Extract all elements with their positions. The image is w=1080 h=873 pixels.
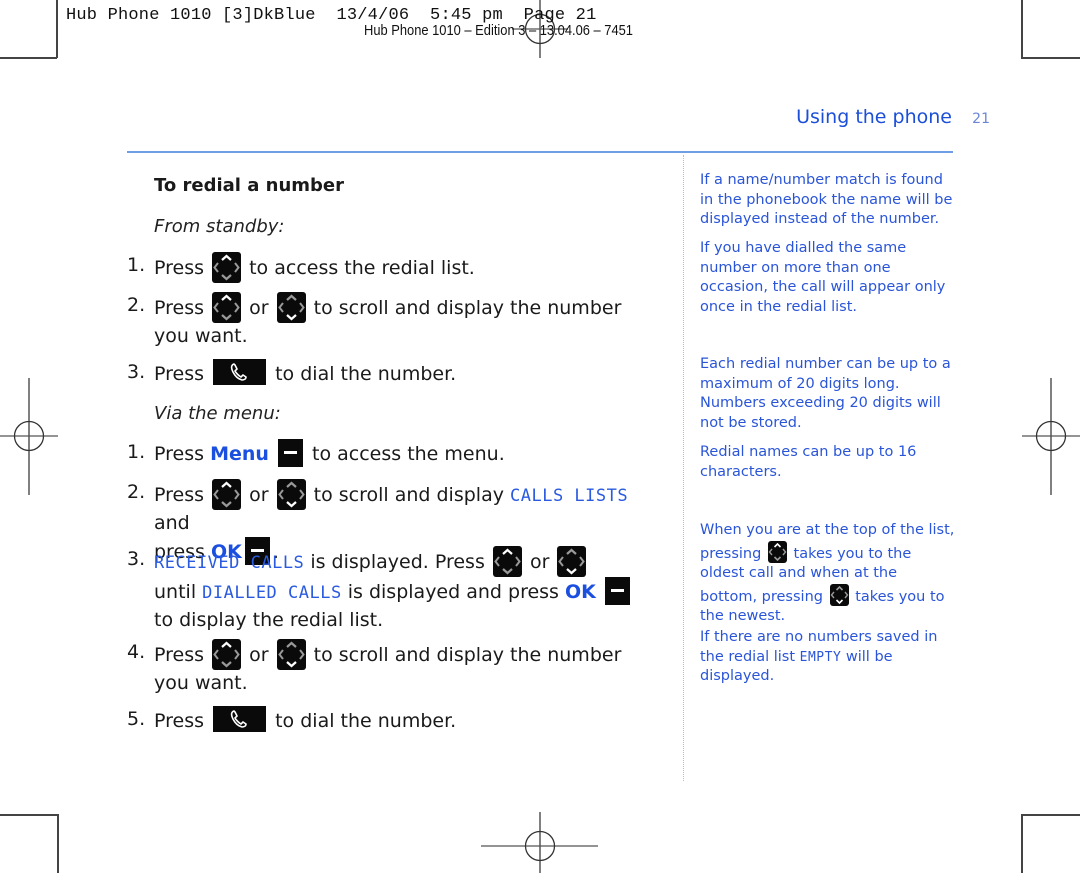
step-number: 2. — [127, 481, 146, 503]
navigation-key-down-icon — [276, 292, 306, 323]
step-number: 4. — [127, 641, 146, 663]
step-text: Press — [154, 297, 205, 319]
step-text: to access the redial list. — [249, 257, 475, 279]
step-text: until — [154, 581, 197, 603]
note-text: Redial names can be up to 16 characters. — [700, 444, 917, 480]
navigation-key-down-icon — [276, 639, 306, 670]
sidebar-note-6: If there are no numbers saved in the red… — [700, 628, 955, 687]
from-standby-label: From standby: — [154, 216, 285, 237]
step-text: to access the menu. — [312, 443, 505, 465]
column-divider — [683, 155, 684, 781]
sidebar-note-4: Redial names can be up to 16 characters. — [700, 443, 955, 482]
lcd-received-calls: RECEIVED CALLS — [154, 553, 305, 573]
crop-mark-tl-h — [0, 57, 57, 59]
step-text: Press — [154, 257, 205, 279]
step-number: 5. — [127, 708, 146, 730]
step-text: or — [249, 297, 269, 319]
note-text: Each redial number can be up to a maximu… — [700, 356, 951, 431]
navigation-key-up-icon — [212, 479, 242, 510]
step-text: Press — [154, 484, 205, 506]
step-text: to dial the number. — [275, 363, 457, 385]
registration-mark-bottom — [481, 812, 598, 873]
step-text: Press — [154, 443, 205, 465]
header-rule — [127, 151, 953, 153]
step-text: is displayed. Press — [310, 551, 485, 573]
step-text: is displayed and press — [347, 581, 559, 603]
print-slug-line2: Hub Phone 1010 – Edition 3 – 13.04.06 – … — [364, 22, 633, 39]
section-heading: To redial a number — [154, 175, 345, 196]
crop-mark-tl-v — [56, 0, 58, 58]
step-number: 3. — [127, 548, 146, 570]
navigation-key-icon — [212, 252, 242, 283]
step-text: or — [529, 551, 550, 573]
via-menu-label: Via the menu: — [154, 403, 281, 424]
menu-key-label: Menu — [210, 443, 269, 465]
crop-mark-bl-v — [57, 814, 59, 873]
soft-key-icon — [277, 439, 303, 467]
registration-mark-left — [0, 378, 58, 495]
navigation-key-down-icon — [829, 583, 849, 606]
ok-key-label: OK — [565, 581, 596, 603]
lcd-dialled-calls: DIALLED CALLS — [202, 583, 342, 603]
step-text: Press — [154, 644, 205, 666]
crop-mark-br-v — [1021, 814, 1023, 873]
sidebar-note-2: If you have dialled the same number on m… — [700, 239, 955, 317]
note-text: If a name/number match is found in the p… — [700, 172, 953, 227]
crop-mark-br-h — [1021, 814, 1080, 816]
step-text: Press — [154, 363, 205, 385]
lcd-empty: EMPTY — [799, 649, 842, 665]
talk-key-icon — [213, 359, 267, 385]
sidebar-note-5: When you are at the top of the list, pre… — [700, 521, 955, 627]
crop-mark-tr-h — [1021, 57, 1080, 59]
step-text: to scroll and display — [313, 484, 504, 506]
step-text: or — [249, 484, 269, 506]
crop-mark-bl-h — [0, 814, 58, 816]
navigation-key-down-icon — [276, 479, 306, 510]
step-number: 2. — [127, 294, 146, 316]
step-text: Press — [154, 710, 205, 732]
sidebar-note-1: If a name/number match is found in the p… — [700, 171, 955, 230]
crop-mark-tr-v — [1021, 0, 1023, 58]
navigation-key-up-icon — [212, 292, 242, 323]
step-text: to dial the number. — [275, 710, 457, 732]
section-title: Using the phone — [796, 106, 952, 128]
step-text: or — [249, 644, 269, 666]
navigation-key-up-icon — [492, 546, 522, 577]
step-text: and — [154, 512, 190, 534]
step-number: 1. — [127, 441, 146, 463]
step-number: 1. — [127, 254, 146, 276]
lcd-calls-lists: CALLS LISTS — [510, 486, 629, 506]
step-text: to display the redial list. — [154, 609, 384, 631]
talk-key-icon — [213, 706, 267, 732]
soft-key-icon — [604, 577, 630, 605]
navigation-key-up-icon — [212, 639, 242, 670]
navigation-key-up-icon — [767, 540, 787, 563]
step-number: 3. — [127, 361, 146, 383]
sidebar-note-3: Each redial number can be up to a maximu… — [700, 355, 955, 433]
registration-mark-right — [1022, 378, 1080, 495]
navigation-key-down-icon — [557, 546, 587, 577]
page-number: 21 — [972, 111, 990, 127]
note-text: If you have dialled the same number on m… — [700, 240, 946, 315]
